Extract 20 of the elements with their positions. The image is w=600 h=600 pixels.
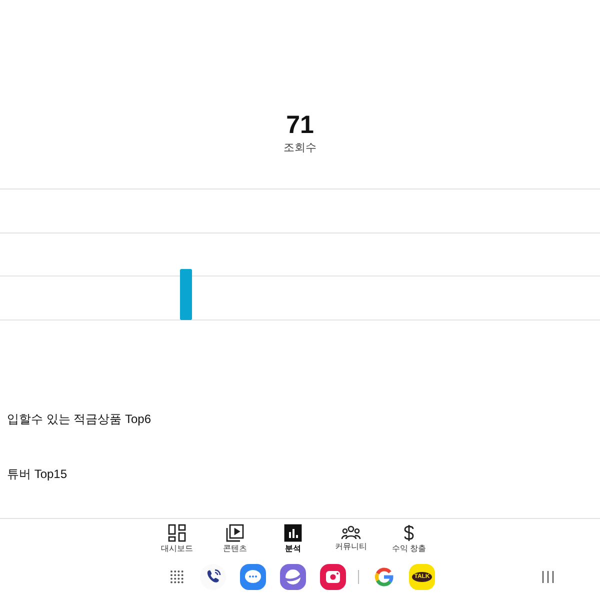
google-icon[interactable] — [374, 567, 394, 587]
stat-value: 71 — [286, 110, 314, 140]
recent-apps-icon[interactable] — [542, 571, 554, 583]
video-title[interactable]: 튜버 Top15 — [7, 467, 68, 482]
stat-label: 조회수 — [284, 141, 316, 155]
grid-icon — [168, 524, 186, 542]
nav-tab[interactable]: 분석 — [272, 524, 314, 554]
nav-tab[interactable]: 대시보드 — [156, 524, 198, 554]
nav-tab[interactable]: 커뮤니티 — [330, 524, 372, 554]
apps-grid-icon[interactable] — [170, 570, 184, 584]
play-icon — [226, 524, 244, 542]
video-title[interactable]: 입할수 있는 적금상품 Top6 — [7, 412, 152, 427]
nav-tab[interactable]: 콘텐츠 — [214, 524, 256, 554]
chart-icon — [284, 524, 302, 542]
chat-icon[interactable] — [240, 564, 266, 590]
planet-icon[interactable] — [280, 564, 306, 590]
nav-tab[interactable]: 수익 창출 — [388, 524, 430, 554]
camera-icon[interactable] — [320, 564, 346, 590]
dollar-icon — [402, 524, 416, 542]
people-icon — [341, 524, 361, 540]
